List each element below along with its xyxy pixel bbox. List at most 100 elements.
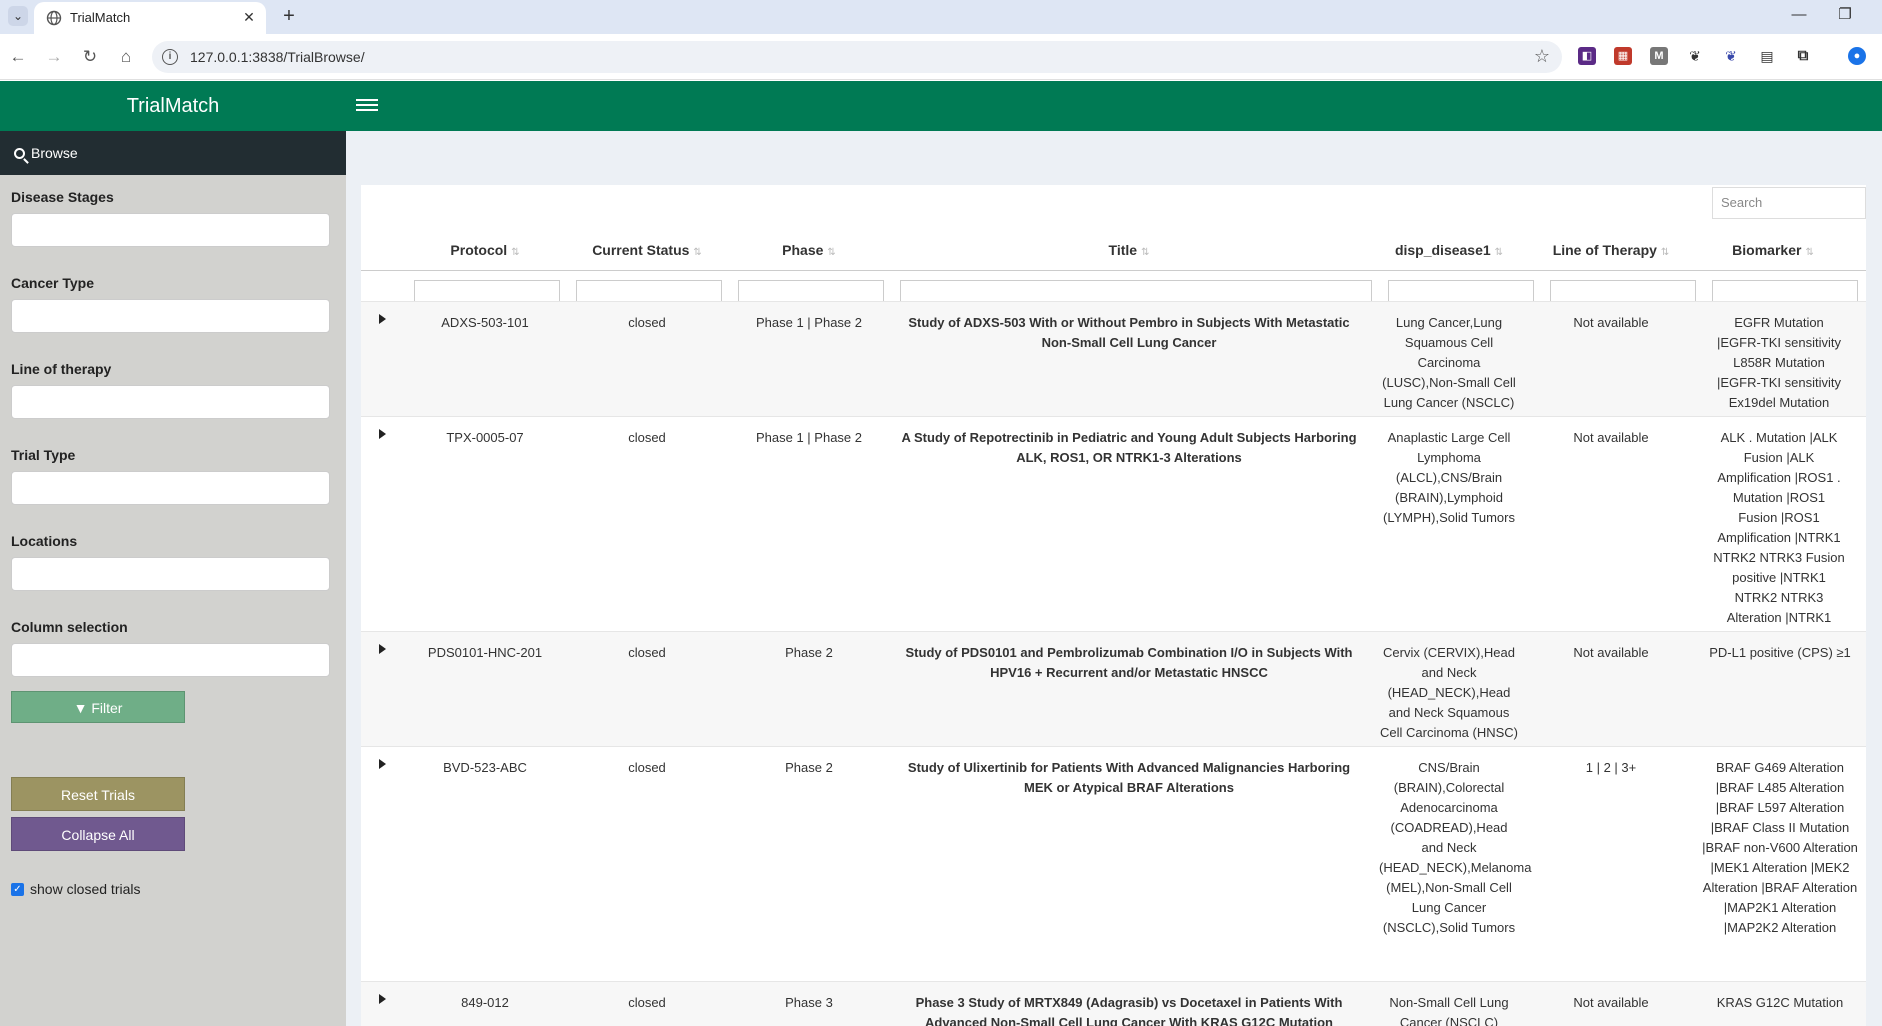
extension-icon-3[interactable]: M	[1650, 47, 1668, 65]
phase-cell: Phase 2	[785, 760, 833, 775]
sort-icon: ⇅	[827, 247, 836, 258]
column-header-title[interactable]: Title ⇅	[891, 229, 1367, 271]
close-tab-icon[interactable]: ✕	[240, 8, 258, 26]
new-tab-button[interactable]: +	[276, 3, 302, 29]
table-row[interactable]: PDS0101-HNC-201 closed Phase 2 Study of …	[361, 631, 1866, 746]
filter-button[interactable]: ▼ Filter	[11, 691, 185, 723]
title-cell: Study of ADXS-503 With or Without Pembro…	[908, 315, 1350, 350]
protocol-cell: 849-012	[461, 995, 509, 1010]
protocol-cell: ADXS-503-101	[441, 315, 529, 330]
disease-stages-label: Disease Stages	[11, 189, 114, 205]
reset-trials-button[interactable]: Reset Trials	[11, 777, 185, 811]
trial-type-select[interactable]	[11, 471, 330, 505]
column-header-line-of-therapy[interactable]: Line of Therapy ⇅	[1531, 229, 1691, 271]
extensions-puzzle-icon[interactable]: ⧉	[1794, 47, 1812, 65]
browser-toolbar: ← → ↻ ⌂ i 127.0.0.1:3838/TrialBrowse/ ☆ …	[0, 34, 1882, 80]
extension-icon-5[interactable]: ❦	[1722, 47, 1740, 65]
table-row[interactable]: ADXS-503-101 closed Phase 1 | Phase 2 St…	[361, 301, 1866, 416]
status-cell: closed	[628, 760, 666, 775]
biomarker-cell: KRAS G12C Mutation	[1716, 995, 1844, 1010]
expand-row-icon[interactable]	[379, 429, 386, 439]
back-icon[interactable]: ←	[4, 43, 32, 71]
line-of-therapy-cell: Not available	[1573, 430, 1649, 445]
extension-icon-4[interactable]: ❦	[1686, 47, 1704, 65]
locations-label: Locations	[11, 533, 78, 549]
table-row[interactable]: TPX-0005-07 closed Phase 1 | Phase 2 A S…	[361, 416, 1866, 665]
expand-row-icon[interactable]	[379, 994, 386, 1004]
phase-cell: Phase 1 | Phase 2	[755, 315, 862, 330]
disease-stages-select[interactable]	[11, 213, 330, 247]
line-of-therapy-cell: Not available	[1573, 315, 1649, 330]
status-cell: closed	[628, 645, 666, 660]
sidebar-item-label: Browse	[31, 145, 78, 161]
extension-icon-1[interactable]: ◧	[1578, 47, 1596, 65]
table-search-input[interactable]: Search	[1712, 187, 1866, 219]
column-selection-label: Column selection	[11, 619, 128, 635]
forward-icon[interactable]: →	[40, 43, 68, 71]
sort-icon: ⇅	[1660, 247, 1670, 258]
sort-icon: ⇅	[1494, 247, 1504, 258]
disease-cell: CNS/Brain (BRAIN),Colorectal Adenocarcin…	[1379, 760, 1532, 935]
trials-table-panel: Search Protocol ⇅ Current Status ⇅ Phase ⇅ …	[361, 185, 1866, 1026]
extension-icon-2[interactable]: ▦	[1614, 47, 1632, 65]
show-closed-trials-row: ✓ show closed trials	[11, 881, 141, 897]
status-cell: closed	[628, 430, 666, 445]
phase-cell: Phase 2	[785, 645, 833, 660]
status-cell: closed	[628, 315, 666, 330]
collapse-all-button[interactable]: Collapse All	[11, 817, 185, 851]
sort-icon: ⇅	[693, 247, 702, 258]
column-header-protocol[interactable]: Protocol ⇅	[405, 229, 565, 271]
address-bar[interactable]: i 127.0.0.1:3838/TrialBrowse/ ☆	[152, 41, 1562, 73]
tab-title: TrialMatch	[70, 10, 131, 25]
minimize-icon[interactable]: —	[1776, 0, 1822, 30]
reload-icon[interactable]: ↻	[76, 43, 104, 71]
locations-select[interactable]	[11, 557, 330, 591]
profile-avatar-icon[interactable]: ●	[1848, 47, 1866, 65]
column-header-status[interactable]: Current Status ⇅	[567, 229, 727, 271]
app-logo[interactable]: TrialMatch	[0, 81, 346, 131]
browser-tab-bar: ⌄ TrialMatch ✕ + — ❐ ✕	[0, 0, 1882, 34]
sort-icon: ⇅	[1805, 247, 1814, 258]
funnel-icon: ▼	[73, 700, 92, 716]
url-text: 127.0.0.1:3838/TrialBrowse/	[190, 49, 365, 65]
line-of-therapy-cell: 1 | 2 | 3+	[1585, 760, 1637, 775]
disease-cell: Lung Cancer,Lung Squamous Cell Carcinoma…	[1382, 315, 1516, 410]
title-cell: Study of Ulixertinib for Patients With A…	[907, 760, 1351, 795]
column-header-phase[interactable]: Phase ⇅	[729, 229, 889, 271]
browser-tab[interactable]: TrialMatch ✕	[34, 2, 266, 34]
table-row[interactable]: 849-012 closed Phase 3 Phase 3 Study of …	[361, 981, 1866, 1026]
sidebar-item-browse[interactable]: Browse	[0, 131, 346, 175]
expand-row-icon[interactable]	[379, 314, 386, 324]
biomarker-cell: EGFR Mutation |EGFR-TKI sensitivity L858…	[1716, 315, 1841, 410]
extension-icon-6[interactable]: ▤	[1758, 47, 1776, 65]
title-cell: Phase 3 Study of MRTX849 (Adagrasib) vs …	[915, 995, 1343, 1026]
expand-row-icon[interactable]	[379, 644, 386, 654]
show-closed-trials-checkbox[interactable]: ✓	[11, 882, 24, 896]
title-cell: Study of PDS0101 and Pembrolizumab Combi…	[905, 645, 1353, 680]
search-icon	[14, 148, 25, 159]
protocol-cell: TPX-0005-07	[446, 430, 524, 445]
expand-row-icon[interactable]	[379, 759, 386, 769]
line-of-therapy-label: Line of therapy	[11, 361, 112, 377]
line-of-therapy-cell: Not available	[1573, 995, 1649, 1010]
tab-search-dropdown-icon[interactable]: ⌄	[8, 6, 28, 26]
disease-cell: Cervix (CERVIX),Head and Neck (HEAD_NECK…	[1380, 645, 1518, 740]
table-header: Protocol ⇅ Current Status ⇅ Phase ⇅ Title ⇅ …	[361, 229, 1866, 271]
protocol-cell: BVD-523-ABC	[443, 760, 527, 775]
sidebar: Browse Disease Stages Cancer Type Line o…	[0, 131, 346, 1026]
app-header: TrialMatch	[0, 81, 1882, 131]
table-row[interactable]: BVD-523-ABC closed Phase 2 Study of Ulix…	[361, 746, 1866, 981]
site-info-icon[interactable]: i	[162, 49, 178, 65]
home-icon[interactable]: ⌂	[112, 43, 140, 71]
bookmark-star-icon[interactable]: ☆	[1534, 46, 1550, 67]
sort-icon: ⇅	[1141, 247, 1150, 258]
column-header-disease[interactable]: disp_disease1 ⇅	[1369, 229, 1529, 271]
title-cell: A Study of Repotrectinib in Pediatric an…	[901, 430, 1357, 465]
line-of-therapy-select[interactable]	[11, 385, 330, 419]
column-selection-select[interactable]	[11, 643, 330, 677]
column-header-biomarker[interactable]: Biomarker ⇅	[1693, 229, 1853, 271]
restore-icon[interactable]: ❐	[1822, 0, 1868, 30]
status-cell: closed	[628, 995, 666, 1010]
hamburger-menu-icon[interactable]	[356, 96, 378, 116]
cancer-type-select[interactable]	[11, 299, 330, 333]
